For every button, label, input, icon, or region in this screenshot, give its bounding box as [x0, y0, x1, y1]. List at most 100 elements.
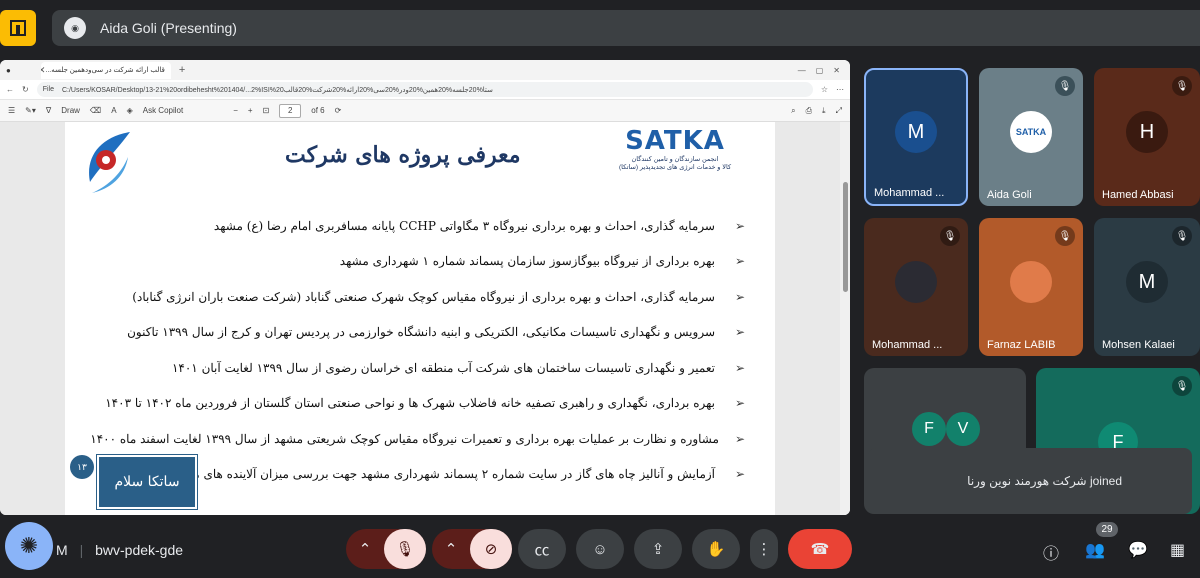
participant-name: Mohammad ... — [872, 339, 943, 351]
avatar — [895, 260, 937, 303]
mic-off-button[interactable]: 🎙︎ — [384, 529, 426, 569]
rotate-icon[interactable]: ⟳ — [335, 106, 342, 115]
minimize-icon[interactable]: — — [798, 66, 806, 75]
camera-off-button[interactable]: ⊘ — [470, 529, 512, 569]
mic-control: ⌃ 🎙︎ — [346, 529, 426, 569]
avatar: V — [946, 412, 980, 446]
project-list: ➢ سرمایه گذاری، احداث و بهره برداری نیروگ… — [90, 208, 745, 492]
satka-logo: SATKA انجمن سازندگان و تامین کنندگان کال… — [615, 126, 735, 184]
captions-button[interactable]: ㏄ — [518, 529, 566, 569]
browser-tab[interactable]: قالب ارائه شرکت در سی‌ودهمین جلسه... ✕ — [40, 61, 171, 79]
mic-off-icon: 🎙︎ — [1172, 226, 1192, 246]
list-item: ➢ سرویس و نگهداری تاسیسات مکانیکی، الکتری… — [127, 325, 745, 340]
bullet-arrow-icon: ➢ — [734, 325, 745, 340]
page-number-input[interactable]: 2 — [279, 103, 302, 118]
page-number-badge: ۱۳ — [70, 455, 94, 479]
window-close-icon[interactable]: ✕ — [833, 66, 840, 75]
bullet-arrow-icon: ➢ — [734, 467, 745, 482]
camera-options-chevron-icon[interactable]: ⌃ — [432, 540, 470, 558]
list-item: ➢ سرمایه گذاری، احداث و بهره برداری نیروگ… — [213, 218, 745, 233]
participant-name: Mohsen Kalaei — [1102, 339, 1175, 351]
pdf-scrollbar[interactable] — [840, 122, 850, 515]
more-options-button[interactable]: ⋮ — [750, 529, 778, 569]
leave-call-button[interactable]: ☎ — [788, 529, 852, 569]
eraser-icon[interactable]: ⌫ — [90, 106, 101, 115]
close-tab-icon[interactable]: ✕ — [41, 65, 46, 76]
people-count-badge: 29 — [1096, 522, 1118, 537]
pdf-viewer: معرفی پروژه های شرکت SATKA انجمن سازندگا… — [0, 122, 850, 515]
participant-tile[interactable]: 🎙︎ Mohammad ... — [864, 218, 968, 356]
bullet-arrow-icon: ➢ — [734, 396, 745, 411]
bullet-arrow-icon: ➢ — [734, 254, 745, 269]
participant-tile[interactable]: M Mohammad ... — [864, 68, 968, 206]
new-tab-icon[interactable]: + — [179, 64, 185, 76]
window-controls: — ▢ ✕ — [798, 66, 850, 75]
mic-options-chevron-icon[interactable]: ⌃ — [346, 540, 384, 558]
page-total: of 6 — [311, 106, 325, 115]
pdf-toolbar: ☰ ✎▾ ∇ Draw ⌫ A ◈ Ask Copilot − + ⊡ 2 of… — [0, 100, 850, 122]
presenting-banner[interactable]: ◉ Aida Goli (Presenting) — [52, 10, 1200, 46]
participant-tile[interactable]: 🎙︎ M Mohsen Kalaei — [1094, 218, 1200, 356]
expand-icon[interactable]: ⤢ — [836, 106, 842, 116]
mic-off-icon: 🎙︎ — [1172, 376, 1192, 396]
list-item: ➢ بهره برداری از نیروگاه بیوگازسوز سازمان… — [339, 254, 745, 269]
activities-grid-icon[interactable]: ▦ — [1170, 540, 1185, 560]
satka-subtitle-2: کالا و خدمات انرژی های تجدیدپذیر (ساتکا) — [618, 164, 732, 171]
people-icon[interactable]: 👥 — [1085, 540, 1105, 560]
participant-tile[interactable]: 🎙︎ H Hamed Abbasi — [1094, 68, 1200, 206]
back-icon[interactable]: ← — [6, 85, 14, 94]
participant-name: Farnaz LABIB — [987, 339, 1056, 351]
search-icon[interactable]: ⌕ — [791, 106, 795, 116]
bullet-arrow-icon: ➢ — [734, 289, 745, 304]
avatar: SATKA — [1010, 110, 1052, 153]
browser-tabbar: ● قالب ارائه شرکت در سی‌ودهمین جلسه... ✕… — [0, 60, 850, 80]
reload-icon[interactable]: ↻ — [22, 85, 29, 94]
presenter-avatar: ◉ — [64, 17, 86, 39]
participant-name: Mohammad ... — [874, 187, 945, 199]
contents-icon[interactable]: ☰ — [8, 106, 15, 115]
participant-tile[interactable]: 🎙︎ Farnaz LABIB — [979, 218, 1083, 356]
draw-label[interactable]: Draw — [61, 106, 80, 115]
meet-logo-icon[interactable] — [0, 10, 36, 46]
zoom-in-icon[interactable]: + — [248, 106, 253, 115]
bullet-arrow-icon: ➢ — [734, 218, 745, 233]
mic-off-icon: 🎙︎ — [1055, 76, 1075, 96]
participant-tile[interactable]: 🎙︎ SATKA Aida Goli — [979, 68, 1083, 206]
read-aloud-icon[interactable]: A — [111, 106, 116, 115]
avatar: H — [1126, 110, 1168, 153]
bullet-arrow-icon: ➢ — [734, 431, 745, 446]
avatar: M — [895, 110, 937, 153]
info-icon[interactable]: ⓘ — [1043, 540, 1059, 564]
url-field[interactable]: File C:/Users/KOSAR/Desktop/13-21%20ordi… — [36, 82, 813, 97]
draw-icon[interactable]: ∇ — [46, 106, 51, 115]
mic-off-icon: 🎙︎ — [940, 226, 960, 246]
list-item: ➢ مشاوره و نظارت بر عملیات بهره برداری و … — [90, 431, 745, 446]
highlight-icon[interactable]: ✎▾ — [25, 106, 36, 115]
participant-name: Aida Goli — [987, 189, 1032, 201]
present-button[interactable]: ⇪ — [634, 529, 682, 569]
raise-hand-button[interactable]: ✋ — [692, 529, 740, 569]
fit-page-icon[interactable]: ⊡ — [263, 106, 270, 115]
print-icon[interactable]: ⎙ — [806, 106, 812, 116]
avatar: F — [912, 412, 946, 446]
chat-icon[interactable]: 💬 — [1128, 540, 1148, 560]
profile-icon[interactable]: ● — [6, 66, 11, 75]
address-bar: ← ↻ File C:/Users/KOSAR/Desktop/13-21%20… — [0, 80, 850, 100]
join-notification: شرکت هورمند نوین ورنا joined — [868, 448, 1192, 514]
satka-wordmark: SATKA — [625, 126, 725, 156]
avatar — [1010, 260, 1052, 303]
settings-icon[interactable]: ⋯ — [836, 85, 844, 94]
copilot-icon[interactable]: ◈ — [127, 106, 133, 115]
save-icon[interactable]: ⤓ — [822, 106, 826, 116]
star-icon[interactable]: ☆ — [821, 85, 828, 94]
zoom-out-icon[interactable]: − — [233, 106, 238, 115]
slide-page: معرفی پروژه های شرکت SATKA انجمن سازندگا… — [65, 122, 775, 515]
scroll-thumb[interactable] — [843, 182, 848, 292]
maximize-icon[interactable]: ▢ — [816, 66, 824, 75]
list-item: ➢ تعمیر و نگهداری تاسیسات ساختمان های شرک… — [171, 360, 745, 375]
list-item: ➢ بهره برداری، نگهداری و راهبری تصفیه خان… — [105, 396, 745, 411]
list-item: ➢ آزمایش و آنالیز چاه های گاز در سایت شما… — [167, 467, 745, 482]
copilot-label[interactable]: Ask Copilot — [143, 106, 183, 115]
activities-icon[interactable]: ✺ — [5, 522, 53, 570]
emoji-button[interactable]: ☺ — [576, 529, 624, 569]
